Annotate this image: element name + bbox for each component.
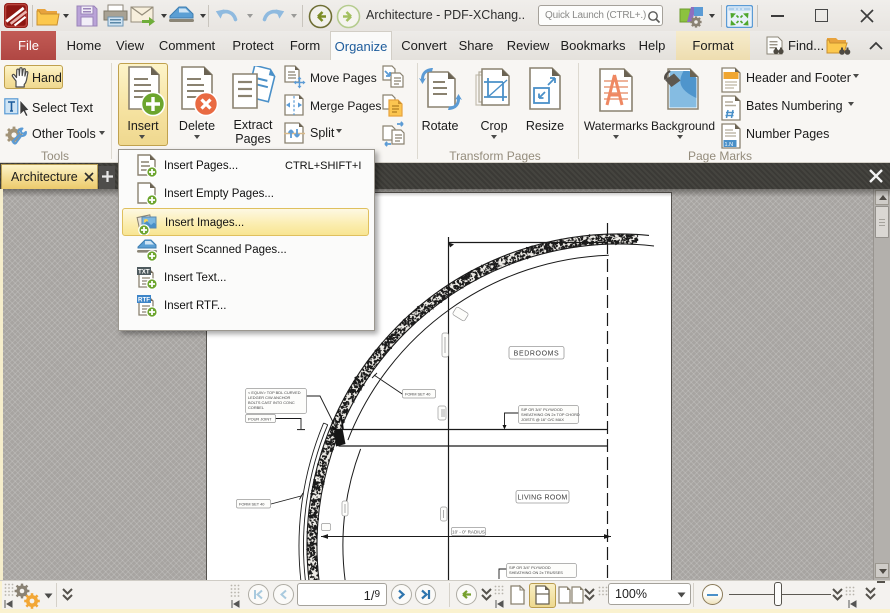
svg-text:FORM SET 40: FORM SET 40	[239, 502, 265, 507]
svg-text:RTF: RTF	[138, 296, 150, 303]
svg-text:10' - 0" RADIUS: 10' - 0" RADIUS	[452, 530, 485, 535]
svg-text:FORM SET 40: FORM SET 40	[405, 392, 431, 397]
svg-text:POUR JOINT: POUR JOINT	[248, 416, 272, 421]
svg-text:SHEATHING ON 2x TRUSSES: SHEATHING ON 2x TRUSSES	[509, 570, 563, 575]
svg-text:LIVING ROOM: LIVING ROOM	[518, 495, 568, 502]
svg-text:TXT: TXT	[138, 268, 150, 275]
svg-text:1.N: 1.N	[725, 142, 734, 148]
svg-text:JOISTS @ 16" O/C MAX: JOISTS @ 16" O/C MAX	[521, 417, 564, 422]
svg-text:BEDROOMS: BEDROOMS	[514, 351, 560, 358]
svg-text:CORBEL: CORBEL	[248, 405, 265, 410]
